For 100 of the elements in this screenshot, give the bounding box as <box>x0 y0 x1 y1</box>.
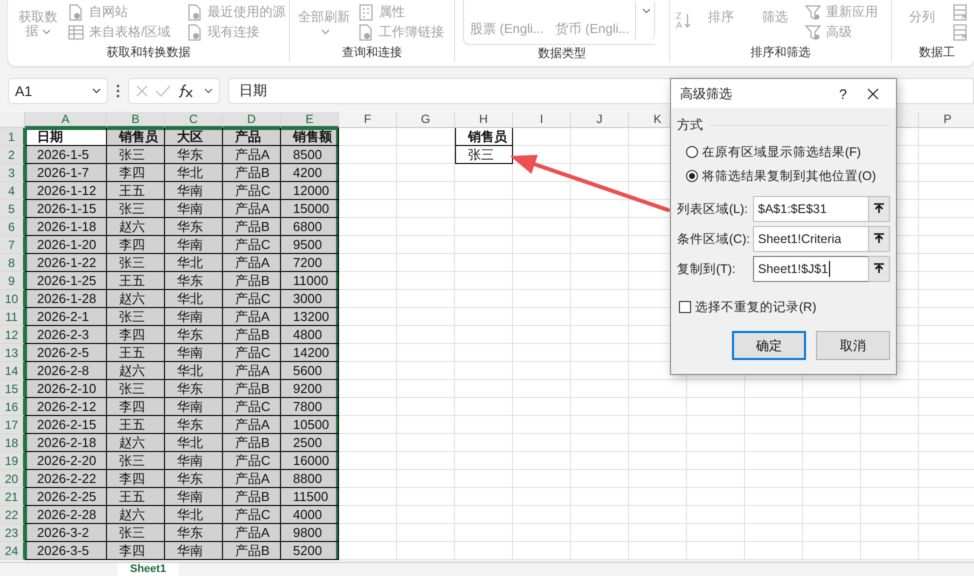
table-cell[interactable]: 2026-2-22 <box>25 470 107 488</box>
column-header[interactable]: D <box>223 112 281 128</box>
table-cell[interactable]: 李四 <box>107 326 165 344</box>
table-cell[interactable]: 华东 <box>165 146 223 164</box>
table-cell[interactable]: 赵六 <box>107 434 165 452</box>
column-header[interactable]: P <box>919 112 974 128</box>
table-cell[interactable]: 张三 <box>107 200 165 218</box>
table-cell[interactable]: 2026-1-5 <box>25 146 107 164</box>
table-cell[interactable]: 华北 <box>165 434 223 452</box>
row-header[interactable]: 1 <box>0 128 25 146</box>
table-cell[interactable]: 华东 <box>165 524 223 542</box>
table-cell[interactable]: 2026-2-12 <box>25 398 107 416</box>
row-header[interactable]: 18 <box>0 434 25 452</box>
column-header[interactable]: E <box>281 112 339 128</box>
table-cell[interactable]: 张三 <box>107 308 165 326</box>
table-cell[interactable]: 产品 <box>223 128 281 146</box>
table-cell[interactable]: 产品A <box>223 524 281 542</box>
row-header[interactable]: 17 <box>0 416 25 434</box>
row-header[interactable]: 15 <box>0 380 25 398</box>
table-cell[interactable]: 产品C <box>223 506 281 524</box>
table-cell[interactable]: 华南 <box>165 236 223 254</box>
table-cell[interactable]: 赵六 <box>107 290 165 308</box>
table-cell[interactable]: 华东 <box>165 272 223 290</box>
table-cell[interactable]: 华东 <box>165 416 223 434</box>
cancel-button[interactable]: 取消 <box>816 331 890 360</box>
table-cell[interactable]: 6800 <box>281 218 339 236</box>
row-header[interactable]: 10 <box>0 290 25 308</box>
table-cell[interactable]: 华北 <box>165 362 223 380</box>
table-cell[interactable]: 王五 <box>107 272 165 290</box>
table-cell[interactable]: 华东 <box>165 218 223 236</box>
table-cell[interactable]: 产品A <box>223 146 281 164</box>
column-header[interactable]: C <box>165 112 223 128</box>
table-cell[interactable]: 华南 <box>165 488 223 506</box>
row-header[interactable]: 19 <box>0 452 25 470</box>
row-header[interactable]: 24 <box>0 542 25 560</box>
table-cell[interactable]: 华北 <box>165 254 223 272</box>
table-cell[interactable]: 华北 <box>165 506 223 524</box>
table-cell[interactable]: 产品C <box>223 182 281 200</box>
collapse-button[interactable] <box>868 196 890 222</box>
table-cell[interactable]: 华南 <box>165 308 223 326</box>
row-header[interactable]: 7 <box>0 236 25 254</box>
column-header[interactable]: A <box>25 112 107 128</box>
table-cell[interactable]: 2026-2-1 <box>25 308 107 326</box>
row-header[interactable]: 8 <box>0 254 25 272</box>
table-cell[interactable]: 产品B <box>223 434 281 452</box>
column-header[interactable]: H <box>455 112 513 128</box>
row-header[interactable]: 12 <box>0 326 25 344</box>
table-cell[interactable]: 11500 <box>281 488 339 506</box>
table-cell[interactable]: 产品A <box>223 308 281 326</box>
column-header[interactable]: B <box>107 112 165 128</box>
table-cell[interactable]: 9500 <box>281 236 339 254</box>
table-cell[interactable]: 华南 <box>165 200 223 218</box>
table-cell[interactable]: 产品B <box>223 326 281 344</box>
ok-button[interactable]: 确定 <box>732 331 806 360</box>
radio-button[interactable] <box>686 170 698 182</box>
table-cell[interactable]: 产品A <box>223 254 281 272</box>
table-cell[interactable]: 8800 <box>281 470 339 488</box>
table-cell[interactable]: 产品C <box>223 344 281 362</box>
table-cell[interactable]: 产品B <box>223 380 281 398</box>
table-cell[interactable]: 15000 <box>281 200 339 218</box>
table-cell[interactable]: 产品C <box>223 452 281 470</box>
table-cell[interactable]: 产品C <box>223 398 281 416</box>
table-cell[interactable]: 3000 <box>281 290 339 308</box>
table-cell[interactable]: 产品A <box>223 362 281 380</box>
table-cell[interactable]: 销售员 <box>107 128 165 146</box>
row-header[interactable]: 21 <box>0 488 25 506</box>
table-cell[interactable]: 产品B <box>223 164 281 182</box>
table-cell[interactable]: 7800 <box>281 398 339 416</box>
table-cell[interactable]: 8500 <box>281 146 339 164</box>
row-header[interactable]: 23 <box>0 524 25 542</box>
table-cell[interactable]: 9200 <box>281 380 339 398</box>
table-cell[interactable]: 2026-1-18 <box>25 218 107 236</box>
table-cell[interactable]: 2026-2-10 <box>25 380 107 398</box>
table-cell[interactable]: 产品B <box>223 218 281 236</box>
table-cell[interactable]: 2026-2-3 <box>25 326 107 344</box>
checkbox[interactable] <box>679 301 691 313</box>
column-header[interactable]: J <box>571 112 629 128</box>
table-cell[interactable]: 5600 <box>281 362 339 380</box>
table-cell[interactable]: 2026-2-18 <box>25 434 107 452</box>
table-cell[interactable]: 华北 <box>165 290 223 308</box>
table-cell[interactable]: 16000 <box>281 452 339 470</box>
table-cell[interactable]: 张三 <box>107 380 165 398</box>
column-header[interactable]: G <box>397 112 455 128</box>
table-cell[interactable]: 2026-2-8 <box>25 362 107 380</box>
table-cell[interactable]: 王五 <box>107 182 165 200</box>
input-field[interactable]: Sheet1!Criteria <box>753 226 868 252</box>
table-cell[interactable]: 产品C <box>223 236 281 254</box>
table-cell[interactable]: 2026-1-28 <box>25 290 107 308</box>
row-header[interactable]: 3 <box>0 164 25 182</box>
row-header[interactable]: 11 <box>0 308 25 326</box>
table-cell[interactable]: 2026-1-12 <box>25 182 107 200</box>
table-cell[interactable]: 2026-1-20 <box>25 236 107 254</box>
table-cell[interactable]: 李四 <box>107 470 165 488</box>
table-cell[interactable]: 华南 <box>165 452 223 470</box>
table-cell[interactable]: 大区 <box>165 128 223 146</box>
table-cell[interactable]: 产品C <box>223 290 281 308</box>
table-cell[interactable]: 王五 <box>107 416 165 434</box>
table-cell[interactable]: 2500 <box>281 434 339 452</box>
table-cell[interactable]: 14200 <box>281 344 339 362</box>
table-cell[interactable]: 产品A <box>223 200 281 218</box>
